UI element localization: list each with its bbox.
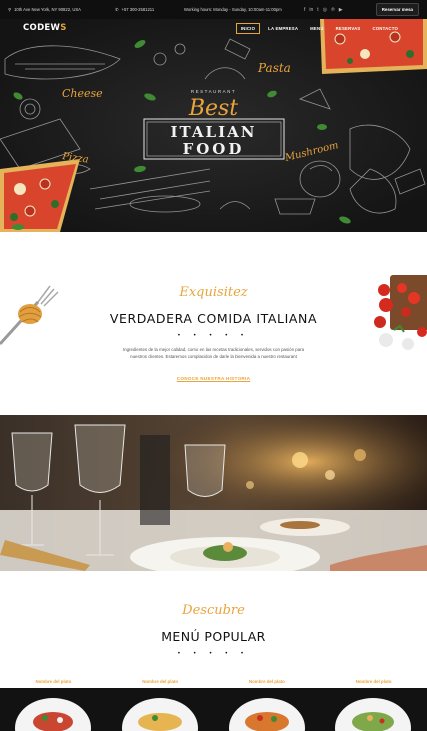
dish-name: Nombre del plato (142, 679, 179, 684)
intro-dots-divider: • • • • • (177, 333, 250, 339)
hours-info: Working hours: Monday - Sunday, 10:00am-… (184, 7, 294, 12)
intro-script-heading: Exquisitez (179, 285, 248, 300)
instagram-icon[interactable]: ◎ (323, 7, 327, 13)
dish-name: Nombre del plato (355, 679, 392, 684)
phone-icon: ✆ (115, 7, 119, 12)
hero-pasta-label: Pasta (257, 61, 291, 75)
dish-image[interactable] (0, 688, 107, 731)
dish-image[interactable] (213, 688, 321, 731)
intro-title: VERDADERA COMIDA ITALIANA (109, 311, 318, 326)
site-logo[interactable]: CODEWS (23, 23, 67, 33)
hero-chalkboard-illustration: Pasta Cheese Pizza Mushroom RESTAURANT B… (0, 19, 427, 232)
nav-item-menu[interactable]: MENÚ (306, 24, 327, 33)
nav-item-contacto[interactable]: CONTACTO (368, 24, 402, 33)
dish-cards: Nombre del plato Nombre del plato Nombre… (0, 677, 427, 731)
phone-info[interactable]: ✆ +57 300-2581211 (115, 7, 180, 12)
facebook-icon[interactable]: f (304, 7, 305, 13)
pinterest-icon[interactable]: ℗ (331, 7, 335, 13)
restaurant-photo-band (0, 415, 427, 571)
phone-text: +57 300-2581211 (121, 7, 155, 12)
popular-menu-section: Descubre MENÚ POPULAR • • • • • Nombre d… (0, 571, 427, 731)
nav-item-inicio[interactable]: INICIO (235, 22, 261, 34)
hero-banner: Pasta Cheese Pizza Mushroom RESTAURANT B… (0, 19, 427, 232)
dining-table-photo (0, 415, 427, 571)
dish-card[interactable]: Nombre del plato (320, 677, 427, 731)
dish-card[interactable]: Nombre del plato (0, 677, 107, 731)
social-links: f in t ◎ ℗ ▶ (304, 7, 343, 13)
dish-card[interactable]: Nombre del plato (213, 677, 321, 731)
main-navbar: CODEWS INICIO LA EMPRESA MENÚ RESERVAS C… (0, 19, 427, 37)
logo-text: CODEW (23, 23, 61, 33)
hero-restaurant-label: RESTAURANT (191, 89, 236, 94)
hours-text: Working hours: Monday - Sunday, 10:00am-… (184, 7, 282, 12)
nav-item-la-empresa[interactable]: LA EMPRESA (264, 24, 302, 33)
location-pin-icon: ⚲ (8, 7, 12, 12)
hero-italian-label: ITALIAN (171, 123, 257, 141)
dish-name: Nombre del plato (248, 679, 285, 684)
nav-item-reservas[interactable]: RESERVAS (332, 24, 365, 33)
linkedin-icon[interactable]: in (309, 7, 313, 13)
nav-menu: INICIO LA EMPRESA MENÚ RESERVAS CONTACTO (235, 22, 402, 34)
dish-image[interactable] (106, 688, 214, 731)
popular-dots-divider: • • • • • (177, 651, 250, 657)
our-story-link[interactable]: CONOCE NUESTRA HISTORIA (0, 376, 427, 381)
hero-cheese-label: Cheese (62, 87, 103, 100)
address-info: ⚲ 10th Ave New York, NY 90822, USA (8, 7, 108, 12)
dish-image[interactable] (320, 688, 427, 731)
logo-accent: S (60, 23, 67, 33)
dish-card[interactable]: Nombre del plato (106, 677, 214, 731)
popular-title: MENÚ POPULAR (161, 629, 266, 644)
hero-food-label: FOOD (183, 140, 245, 158)
youtube-icon[interactable]: ▶ (339, 7, 343, 13)
intro-body-text: Ingredientes de la mejor calidad, como e… (122, 347, 305, 360)
reserve-table-button[interactable]: Reservar mesa (375, 3, 419, 16)
twitter-icon[interactable]: t (317, 7, 318, 13)
intro-section: Exquisitez VERDADERA COMIDA ITALIANA • •… (0, 232, 427, 415)
address-text: 10th Ave New York, NY 90822, USA (14, 7, 81, 12)
dish-name: Nombre del plato (35, 679, 72, 684)
hero-best-label: Best (188, 96, 238, 121)
popular-script-heading: Descubre (182, 603, 245, 618)
top-info-bar: ⚲ 10th Ave New York, NY 90822, USA ✆ +57… (0, 0, 427, 19)
